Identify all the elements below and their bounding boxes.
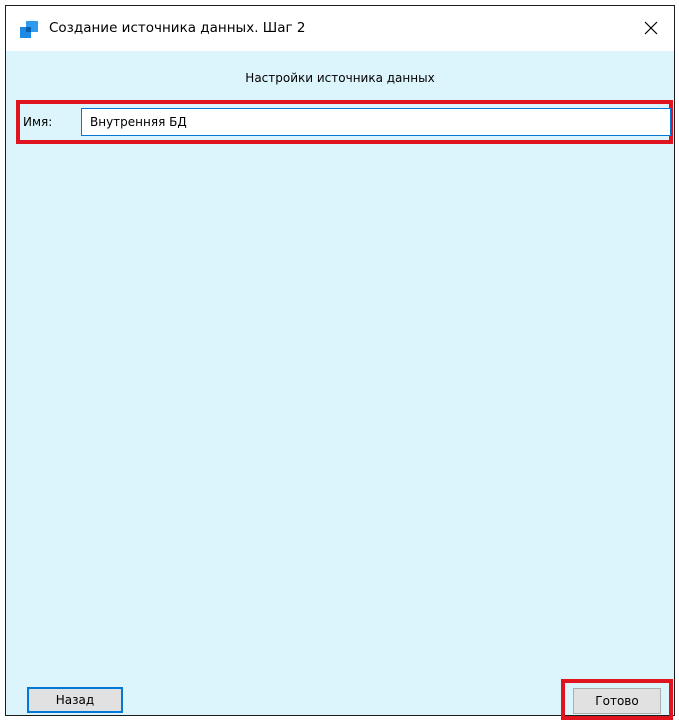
dialog-window: Создание источника данных. Шаг 2 Настрой… [5, 5, 675, 720]
name-field-highlight: Имя: [16, 100, 673, 144]
name-input[interactable] [81, 108, 671, 136]
app-icon [20, 21, 38, 38]
done-button[interactable]: Готово [573, 688, 661, 714]
name-label: Имя: [23, 115, 53, 129]
done-button-highlight: Готово [561, 679, 673, 720]
title-bar: Создание источника данных. Шаг 2 [6, 6, 674, 51]
section-title: Настройки источника данных [245, 71, 435, 85]
back-button[interactable]: Назад [27, 687, 123, 713]
close-icon [644, 21, 658, 35]
window-title: Создание источника данных. Шаг 2 [49, 20, 306, 36]
dialog-content: Настройки источника данных Имя: Назад Го… [6, 51, 674, 720]
close-button[interactable] [628, 6, 674, 51]
